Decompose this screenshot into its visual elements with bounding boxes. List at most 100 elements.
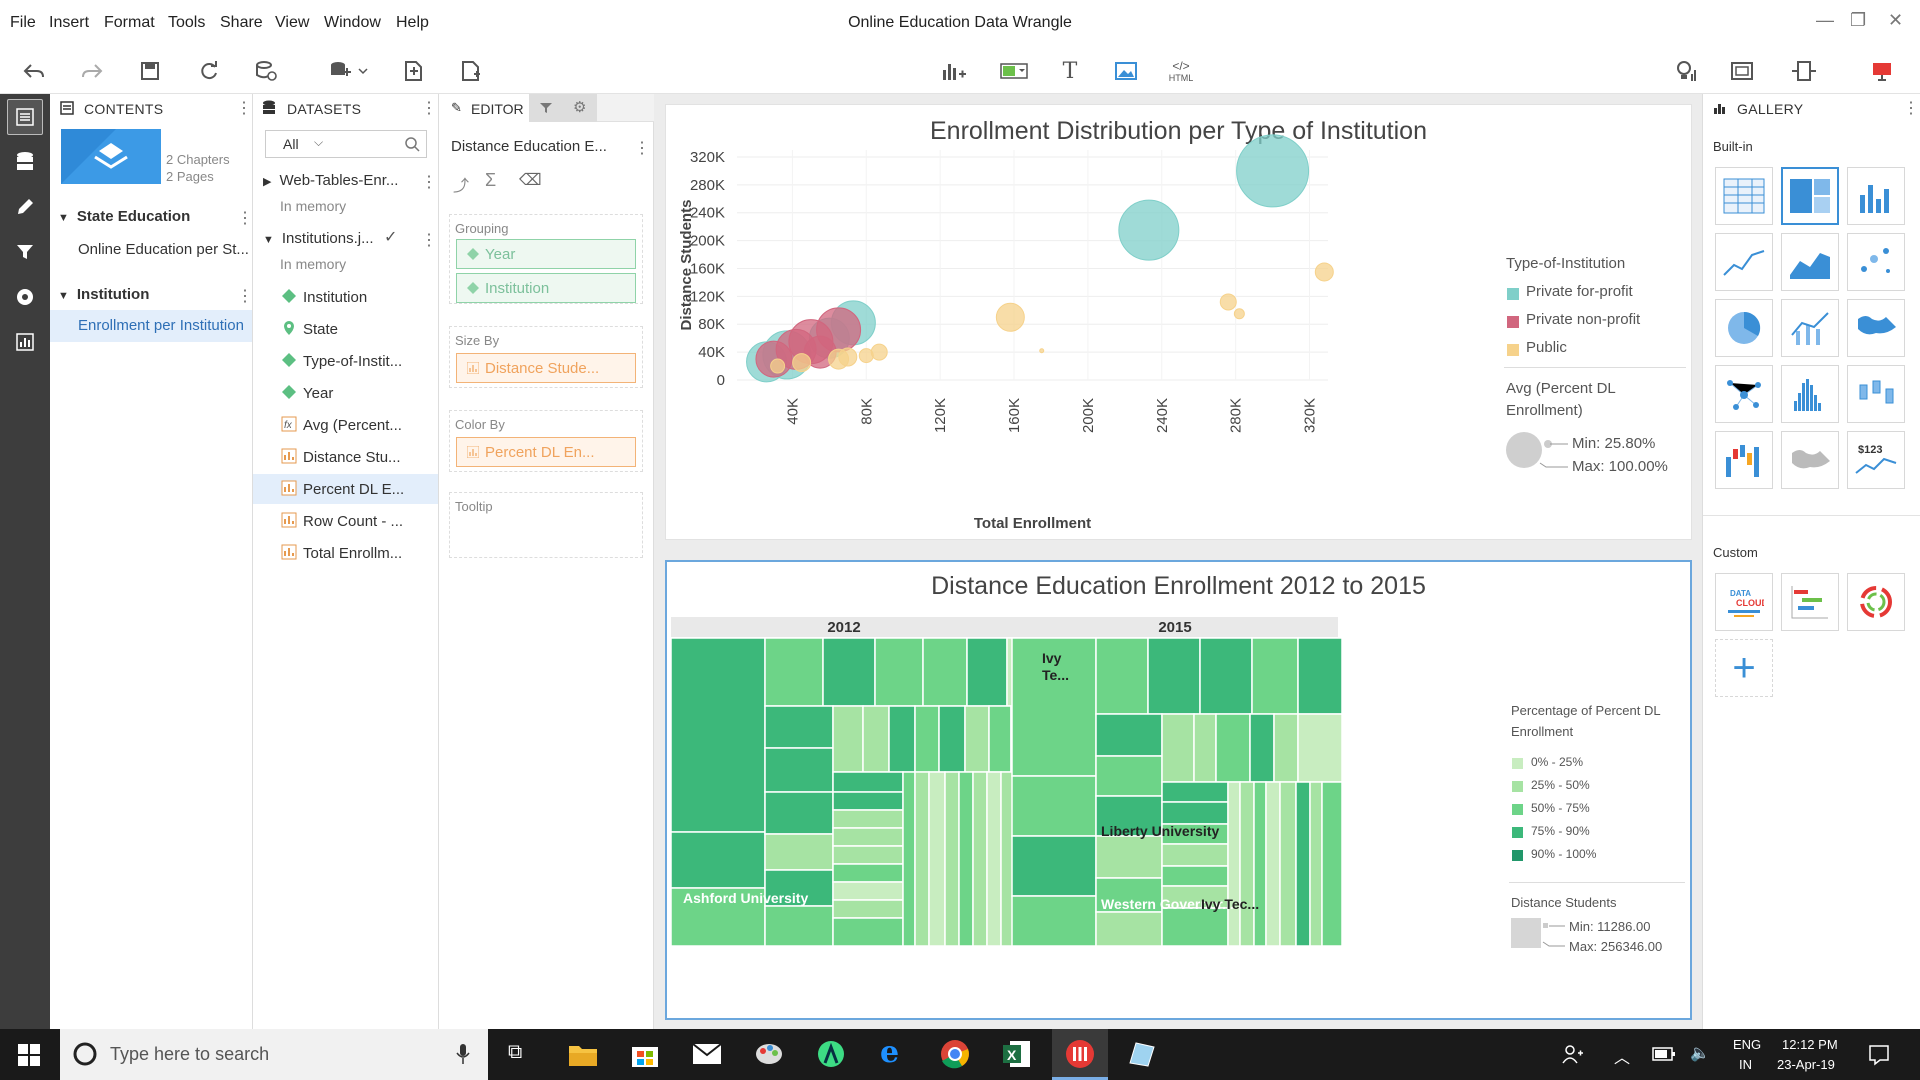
colorby-pill[interactable]: Percent DL En...: [456, 437, 636, 467]
page-online-education[interactable]: Online Education per St...: [78, 241, 249, 258]
editor-panel-icon[interactable]: [7, 189, 43, 225]
boxplot-thumb[interactable]: [1847, 365, 1905, 423]
gallery-menu-icon[interactable]: ⋮: [1903, 101, 1919, 117]
show-hidden-icons[interactable]: ︿: [1614, 1044, 1630, 1068]
field-row-count[interactable]: Row Count - ...: [281, 512, 403, 530]
field-distance-students[interactable]: Distance Stu...: [281, 448, 401, 466]
dataset-institutions[interactable]: ▼ Institutions.j...: [263, 230, 374, 247]
add-filter-icon[interactable]: [998, 56, 1030, 86]
combo-thumb[interactable]: [1781, 299, 1839, 357]
map-thumb[interactable]: [1847, 299, 1905, 357]
legend-label[interactable]: 25% - 50%: [1531, 778, 1590, 792]
menu-view[interactable]: View: [275, 14, 309, 32]
field-year[interactable]: Year: [281, 384, 333, 402]
save-icon[interactable]: [134, 56, 166, 86]
field-type-of-institution[interactable]: Type-of-Instit...: [281, 352, 402, 370]
kpi-thumb[interactable]: $123: [1847, 431, 1905, 489]
android-studio-icon[interactable]: [816, 1039, 846, 1069]
redo-icon[interactable]: [76, 56, 108, 86]
viz-name[interactable]: Distance Education E...: [451, 138, 607, 155]
fit-screen-icon[interactable]: [1726, 56, 1758, 86]
collapse-icon[interactable]: ▼: [58, 212, 69, 224]
people-icon[interactable]: [1562, 1043, 1584, 1065]
waterfall-thumb[interactable]: [1715, 431, 1773, 489]
field-percent-dl[interactable]: Percent DL E...: [281, 480, 404, 498]
restore-icon[interactable]: ❐: [1850, 10, 1866, 31]
legend-label[interactable]: 75% - 90%: [1531, 824, 1590, 838]
file-explorer-icon[interactable]: [568, 1041, 598, 1067]
custom-wordcloud-thumb[interactable]: DATACLOUD: [1715, 573, 1773, 631]
grouping-year-pill[interactable]: Year: [456, 239, 636, 269]
close-icon[interactable]: ✕: [1888, 10, 1903, 31]
sizeby-pill[interactable]: Distance Stude...: [456, 353, 636, 383]
legend-label[interactable]: 0% - 25%: [1531, 755, 1583, 769]
microphone-icon[interactable]: [456, 1043, 470, 1065]
add-chart-icon[interactable]: [938, 56, 970, 86]
region-code[interactable]: IN: [1739, 1057, 1752, 1072]
custom-radial-thumb[interactable]: [1847, 573, 1905, 631]
image-icon[interactable]: [1110, 56, 1142, 86]
contents-menu-icon[interactable]: ⋮: [236, 101, 252, 117]
refresh-icon[interactable]: [193, 56, 225, 86]
volume-icon[interactable]: 🔈: [1690, 1043, 1710, 1063]
geo-map-thumb[interactable]: [1781, 431, 1839, 489]
dataset-web-tables[interactable]: ▶ Web-Tables-Enr...: [263, 172, 398, 189]
histogram-thumb[interactable]: [1781, 365, 1839, 423]
chapter-state-education[interactable]: ▼ State Education: [58, 208, 190, 225]
paint-icon[interactable]: [754, 1039, 784, 1069]
sigma-icon[interactable]: Σ: [485, 170, 496, 191]
dataset-menu-icon[interactable]: ⋮: [421, 233, 437, 249]
dataset-menu-icon[interactable]: ⋮: [421, 175, 437, 191]
contents-panel-icon[interactable]: [7, 99, 43, 135]
viz-menu-icon[interactable]: ⋮: [634, 141, 650, 157]
scatter-card[interactable]: Enrollment Distribution per Type of Inst…: [665, 104, 1692, 540]
collapse-icon[interactable]: ▼: [58, 290, 69, 302]
edge-icon[interactable]: e: [880, 1035, 899, 1070]
battery-icon[interactable]: [1652, 1046, 1676, 1062]
clock-date[interactable]: 23-Apr-19: [1777, 1057, 1835, 1072]
taskbar-search[interactable]: Type here to search: [60, 1029, 488, 1080]
change-chart-icon[interactable]: ⤴: [453, 172, 469, 196]
dataset-filter-select[interactable]: All ⌵: [265, 130, 427, 158]
field-avg-percent[interactable]: fx Avg (Percent...: [281, 416, 402, 434]
menu-tools[interactable]: Tools: [168, 14, 205, 32]
task-view-icon[interactable]: ⧉: [508, 1041, 522, 1064]
menu-insert[interactable]: Insert: [49, 14, 89, 32]
treemap-thumb[interactable]: [1781, 167, 1839, 225]
export-icon[interactable]: [398, 56, 430, 86]
menu-window[interactable]: Window: [324, 14, 381, 32]
data-refresh-icon[interactable]: [250, 56, 282, 86]
area-thumb[interactable]: [1781, 233, 1839, 291]
language-code[interactable]: ENG: [1733, 1037, 1761, 1052]
scatter-thumb[interactable]: [1847, 233, 1905, 291]
tooltip-section[interactable]: Tooltip: [449, 492, 643, 558]
legend-label[interactable]: Public: [1526, 339, 1567, 356]
menu-format[interactable]: Format: [104, 14, 155, 32]
add-custom-visual-button[interactable]: +: [1715, 639, 1773, 697]
present-icon[interactable]: [1866, 56, 1898, 86]
tab-settings[interactable]: ⚙: [563, 94, 597, 122]
add-dataset-icon[interactable]: [326, 56, 372, 86]
legend-label[interactable]: Private for-profit: [1526, 283, 1633, 300]
chapter-menu-icon[interactable]: ⋮: [237, 289, 253, 305]
custom-gantt-thumb[interactable]: [1781, 573, 1839, 631]
gallery-panel-icon[interactable]: [7, 324, 43, 360]
windows-start-icon[interactable]: [18, 1044, 40, 1066]
text-icon[interactable]: T: [1054, 56, 1086, 86]
menu-help[interactable]: Help: [396, 14, 429, 32]
clock-time[interactable]: 12:12 PM: [1782, 1037, 1838, 1052]
chapter-institution[interactable]: ▼ Institution: [58, 286, 149, 303]
menu-share[interactable]: Share: [220, 14, 263, 32]
chapter-menu-icon[interactable]: ⋮: [237, 211, 253, 227]
tab-filter[interactable]: [529, 94, 563, 122]
insights-icon[interactable]: [1670, 56, 1702, 86]
excel-icon[interactable]: X: [1002, 1039, 1032, 1069]
tab-editor[interactable]: ✎ EDITOR: [439, 94, 529, 122]
filter-panel-icon[interactable]: [7, 234, 43, 270]
column-thumb[interactable]: [1847, 167, 1905, 225]
layout-icon[interactable]: [1788, 56, 1820, 86]
datasets-panel-icon[interactable]: [7, 144, 43, 180]
search-icon[interactable]: [405, 137, 420, 152]
datasets-menu-icon[interactable]: ⋮: [421, 101, 437, 117]
eraser-icon[interactable]: ⌫: [519, 170, 542, 190]
